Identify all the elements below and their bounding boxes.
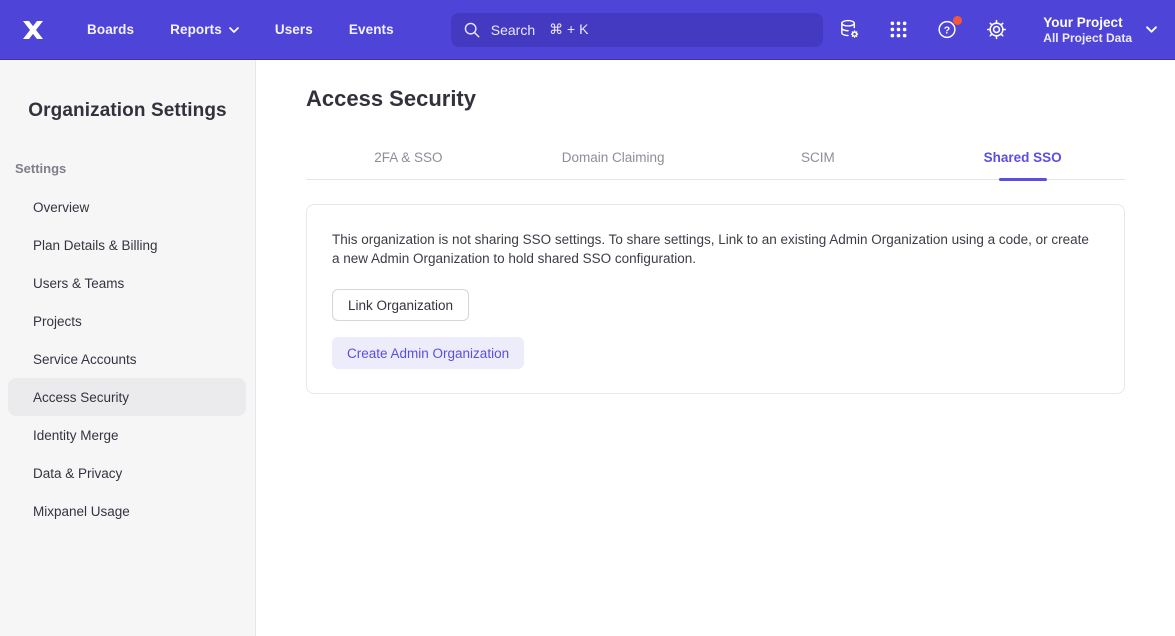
project-scope: All Project Data — [1043, 31, 1132, 46]
project-name: Your Project — [1043, 14, 1132, 31]
search-icon — [463, 21, 481, 39]
nav-item-boards[interactable]: Boards — [87, 22, 134, 37]
sidebar-item-projects[interactable]: Projects — [8, 302, 246, 340]
search-input[interactable]: Search ⌘ + K — [451, 13, 823, 47]
active-tab-indicator — [999, 178, 1047, 181]
shared-sso-description: This organization is not sharing SSO set… — [332, 230, 1099, 268]
sidebar-nav: Overview Plan Details & Billing Users & … — [0, 188, 255, 530]
settings-button[interactable] — [984, 18, 1008, 42]
main-nav: Boards Reports Users Events — [87, 22, 394, 37]
nav-right-cluster: ? Your Project All Project Data — [837, 14, 1157, 46]
settings-sidebar: Organization Settings Settings Overview … — [0, 60, 256, 636]
database-gear-icon — [838, 18, 861, 41]
main-content: Access Security 2FA & SSO Domain Claimin… — [256, 60, 1175, 636]
page-title: Access Security — [306, 86, 1125, 112]
nav-item-events[interactable]: Events — [349, 22, 394, 37]
sidebar-item-mixpanel-usage[interactable]: Mixpanel Usage — [8, 492, 246, 530]
sidebar-item-data-privacy[interactable]: Data & Privacy — [8, 454, 246, 492]
chevron-down-icon — [229, 27, 239, 33]
help-button[interactable]: ? — [935, 18, 959, 42]
tab-2fa-sso[interactable]: 2FA & SSO — [306, 150, 511, 179]
svg-text:?: ? — [944, 24, 950, 36]
apps-grid-icon — [888, 19, 909, 40]
data-management-button[interactable] — [837, 18, 861, 42]
create-admin-organization-button[interactable]: Create Admin Organization — [332, 337, 524, 369]
top-nav: Boards Reports Users Events Search ⌘ + K — [0, 0, 1175, 60]
chevron-down-icon — [1146, 26, 1157, 33]
sidebar-section-label: Settings — [15, 161, 255, 176]
tab-scim[interactable]: SCIM — [716, 150, 921, 179]
search-placeholder: Search — [491, 22, 535, 38]
project-selector[interactable]: Your Project All Project Data — [1043, 14, 1157, 46]
sidebar-item-service-accounts[interactable]: Service Accounts — [8, 340, 246, 378]
nav-item-reports[interactable]: Reports — [170, 22, 239, 37]
shared-sso-card: This organization is not sharing SSO set… — [306, 204, 1125, 394]
nav-item-reports-label: Reports — [170, 22, 222, 37]
search-shortcut: ⌘ + K — [549, 21, 588, 38]
tab-bar: 2FA & SSO Domain Claiming SCIM Shared SS… — [306, 150, 1125, 180]
link-organization-button[interactable]: Link Organization — [332, 289, 469, 321]
tab-shared-sso[interactable]: Shared SSO — [920, 150, 1125, 179]
tab-domain-claiming[interactable]: Domain Claiming — [511, 150, 716, 179]
mixpanel-logo-icon[interactable] — [20, 19, 50, 41]
sidebar-item-plan-details-billing[interactable]: Plan Details & Billing — [8, 226, 246, 264]
gear-icon — [985, 18, 1008, 41]
sidebar-item-overview[interactable]: Overview — [8, 188, 246, 226]
sidebar-title: Organization Settings — [0, 100, 255, 122]
apps-grid-button[interactable] — [886, 18, 910, 42]
sidebar-item-identity-merge[interactable]: Identity Merge — [8, 416, 246, 454]
sidebar-item-access-security[interactable]: Access Security — [8, 378, 246, 416]
sidebar-item-users-teams[interactable]: Users & Teams — [8, 264, 246, 302]
tab-shared-sso-label: Shared SSO — [984, 150, 1062, 165]
nav-item-users[interactable]: Users — [275, 22, 313, 37]
notification-dot — [953, 16, 962, 25]
